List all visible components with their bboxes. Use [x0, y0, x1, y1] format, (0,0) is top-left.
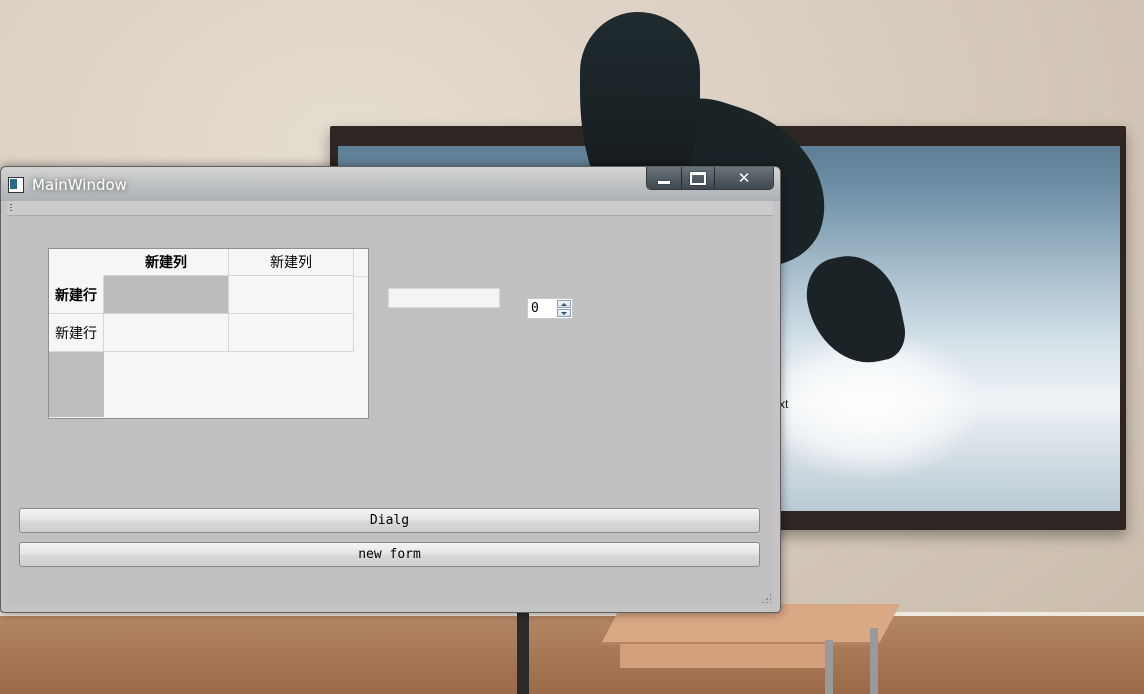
close-icon: ✕: [737, 169, 751, 187]
app-icon: [8, 177, 24, 193]
row-header[interactable]: 新建行: [49, 276, 104, 314]
table-cell[interactable]: [104, 314, 229, 352]
central-widget: 新建列 新建列 新建行 新建行 0 Dialg new form: [7, 201, 773, 605]
arrow-up-icon: [561, 302, 567, 306]
maximize-button[interactable]: [681, 167, 714, 189]
wallpaper-desk-leg: [825, 640, 833, 694]
size-grip-icon[interactable]: [761, 593, 771, 603]
dialog-button[interactable]: Dialg: [19, 508, 760, 533]
header-filler: [354, 249, 367, 277]
column-header[interactable]: 新建列: [104, 249, 229, 276]
spin-buttons: [557, 300, 571, 317]
table-cell-selected[interactable]: [104, 276, 229, 314]
main-window: MainWindow ✕ 新建列 新建列 新建行 新建行 0 Dialg new…: [0, 166, 781, 613]
spin-box-value[interactable]: 0: [531, 301, 539, 316]
minimize-icon: [658, 180, 670, 184]
title-bar[interactable]: MainWindow ✕: [1, 167, 780, 201]
table-widget[interactable]: 新建列 新建列 新建行 新建行: [48, 248, 369, 419]
table-corner-button[interactable]: [49, 249, 104, 276]
row-header[interactable]: 新建行: [49, 314, 104, 352]
wallpaper-desk-leg: [870, 628, 878, 694]
caption-buttons: ✕: [646, 167, 774, 190]
new-form-button[interactable]: new form: [19, 542, 760, 567]
minimize-button[interactable]: [647, 167, 681, 189]
close-button[interactable]: ✕: [714, 167, 773, 189]
spin-up-button[interactable]: [557, 300, 571, 308]
table-cell[interactable]: [229, 276, 354, 314]
toolbar-grip-icon[interactable]: [10, 204, 12, 212]
wallpaper-desk-side: [620, 644, 830, 668]
toolbar: [7, 201, 773, 216]
spin-box[interactable]: 0: [527, 298, 573, 319]
maximize-icon: [690, 171, 706, 185]
arrow-down-icon: [561, 311, 567, 315]
table-cell[interactable]: [229, 314, 354, 352]
wallpaper-floor: [0, 616, 1144, 694]
column-header[interactable]: 新建列: [229, 249, 354, 276]
wallpaper-desk-leg: [517, 610, 529, 694]
line-edit[interactable]: [388, 288, 500, 308]
row-header-filler: [49, 352, 104, 417]
spin-down-button[interactable]: [557, 309, 571, 317]
window-title: MainWindow: [32, 176, 127, 194]
